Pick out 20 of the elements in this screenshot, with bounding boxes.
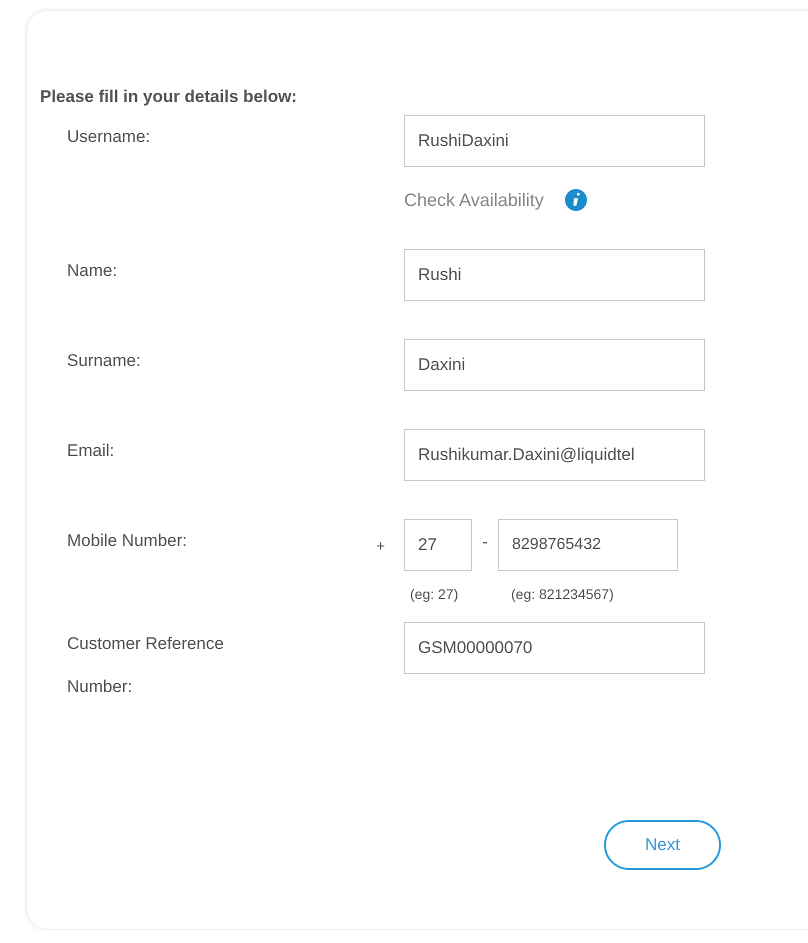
input-field[interactable]: 8298765432 bbox=[498, 519, 678, 571]
input-field[interactable]: GSM00000070 bbox=[404, 622, 705, 674]
form-heading: Please fill in your details below: bbox=[40, 87, 298, 107]
input-field[interactable]: RushiDaxini bbox=[404, 115, 705, 167]
input-field[interactable]: Rushi bbox=[404, 249, 705, 301]
field-label: Name: bbox=[67, 260, 118, 282]
dash-separator: - bbox=[481, 533, 489, 552]
input-field[interactable]: Daxini bbox=[404, 339, 705, 391]
field-label: Email: bbox=[67, 440, 116, 462]
field-label: Surname: bbox=[67, 350, 142, 372]
field-label: Username: bbox=[67, 126, 152, 148]
field-hint: (eg: 27) bbox=[410, 586, 460, 602]
check-availability-link[interactable]: Check Availability bbox=[404, 190, 544, 210]
input-field[interactable]: 27 bbox=[404, 519, 472, 571]
info-icon[interactable] bbox=[564, 189, 587, 211]
plus-sign: + bbox=[376, 537, 385, 557]
field-label: Customer Reference Number: bbox=[67, 633, 225, 698]
field-label: Mobile Number: bbox=[67, 530, 188, 552]
input-field[interactable]: Rushikumar.Daxini@liquidtel bbox=[404, 429, 705, 481]
field-hint: (eg: 821234567) bbox=[511, 586, 614, 602]
